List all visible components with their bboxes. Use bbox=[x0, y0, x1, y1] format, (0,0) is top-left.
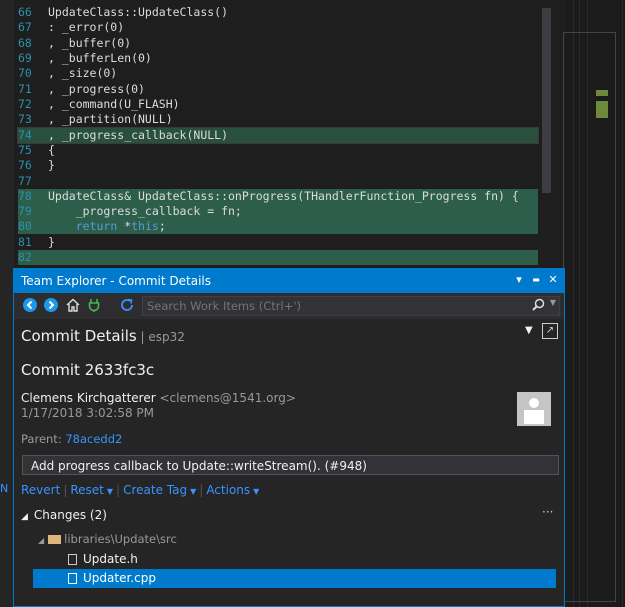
commit-author: Clemens Kirchgatterer <clemens@1541.org> bbox=[21, 391, 296, 405]
editor-scrollbar-thumb[interactable] bbox=[542, 8, 551, 193]
page-menu-icon[interactable]: ▼ bbox=[525, 325, 533, 336]
revert-link[interactable]: Revert bbox=[21, 483, 60, 497]
expand-triangle-icon[interactable]: ◢ bbox=[21, 512, 28, 522]
plug-icon[interactable] bbox=[85, 297, 103, 315]
parent-row: Parent: 78acedd2 bbox=[21, 432, 123, 446]
parent-commit-link[interactable]: 78acedd2 bbox=[65, 432, 122, 446]
folder-icon bbox=[48, 535, 62, 544]
minimap-change-marker bbox=[596, 101, 608, 118]
expand-triangle-icon[interactable]: ◢ bbox=[38, 536, 44, 545]
code-line[interactable]: 66 UpdateClass::UpdateClass() bbox=[18, 5, 538, 20]
panel-toolbar: ▼ bbox=[14, 293, 564, 319]
code-line[interactable]: 72, _command(U_FLASH) bbox=[18, 97, 538, 112]
code-line[interactable]: 70, _size(0) bbox=[18, 66, 538, 81]
code-line[interactable]: 69, _bufferLen(0) bbox=[18, 51, 538, 66]
author-email: <clemens@1541.org> bbox=[159, 391, 296, 405]
avatar-body-icon bbox=[524, 410, 544, 424]
code-line[interactable]: 68, _buffer(0) bbox=[18, 36, 538, 51]
home-icon[interactable] bbox=[64, 297, 82, 315]
commit-message: Add progress callback to Update::writeSt… bbox=[31, 459, 367, 473]
changes-section-header[interactable]: ◢ Changes (2) bbox=[21, 508, 107, 522]
team-explorer-panel: Team Explorer - Commit Details ▾ ▬ ✕ ▼ bbox=[13, 268, 565, 607]
side-link[interactable]: N bbox=[0, 482, 8, 495]
code-line-highlighted[interactable]: 80 return *this; bbox=[18, 219, 538, 234]
page-title: Commit Details | esp32 bbox=[21, 327, 185, 345]
commit-message-box[interactable]: Add progress callback to Update::writeSt… bbox=[22, 455, 559, 475]
tree-file[interactable]: Update.h bbox=[68, 552, 138, 566]
panel-title: Team Explorer - Commit Details bbox=[21, 274, 212, 288]
forward-icon[interactable] bbox=[42, 297, 60, 315]
tree-file-selected[interactable]: Updater.cpp bbox=[33, 569, 556, 588]
minimap-change-marker bbox=[596, 90, 608, 96]
code-line[interactable]: 73, _partition(NULL) bbox=[18, 112, 538, 127]
reset-link[interactable]: Reset ▼ bbox=[70, 483, 113, 497]
file-icon bbox=[68, 554, 77, 565]
chevron-down-icon[interactable]: ▾ bbox=[511, 272, 527, 288]
avatar bbox=[517, 392, 551, 426]
actions-link[interactable]: Actions ▼ bbox=[206, 483, 259, 497]
code-line-highlighted[interactable]: 78 UpdateClass& UpdateClass::onProgress(T… bbox=[18, 189, 538, 204]
code-line-highlighted[interactable]: 79 _progress_callback = fn; bbox=[18, 204, 538, 219]
minimap-guide bbox=[622, 0, 623, 607]
refresh-icon[interactable] bbox=[118, 297, 136, 315]
maximize-icon[interactable]: ▬ bbox=[528, 272, 544, 288]
search-box[interactable]: ▼ bbox=[142, 296, 560, 316]
cpp-file-icon bbox=[68, 573, 77, 584]
back-icon[interactable] bbox=[21, 297, 39, 315]
popout-icon[interactable]: ↗ bbox=[542, 323, 558, 339]
code-line-current[interactable]: 74, _progress_callback(NULL) bbox=[17, 127, 539, 144]
commit-title: Commit 2633fc3c bbox=[21, 361, 155, 379]
panel-titlebar[interactable]: Team Explorer - Commit Details ▾ ▬ ✕ bbox=[14, 269, 564, 293]
action-links: Revert | Reset ▼ | Create Tag ▼ | Actions ▼ bbox=[21, 483, 260, 497]
code-line[interactable]: 77 bbox=[18, 174, 538, 189]
commit-date: 1/17/2018 3:02:58 PM bbox=[21, 406, 155, 420]
create-tag-link[interactable]: Create Tag ▼ bbox=[123, 483, 196, 497]
code-line[interactable]: 67: _error(0) bbox=[18, 20, 538, 35]
code-line[interactable]: 76} bbox=[18, 158, 538, 173]
more-options-icon[interactable]: ··· bbox=[542, 505, 553, 519]
search-icon[interactable] bbox=[532, 298, 545, 314]
code-line[interactable]: 75{ bbox=[18, 143, 538, 158]
close-icon[interactable]: ✕ bbox=[545, 272, 561, 288]
code-line[interactable]: 81} bbox=[18, 235, 538, 250]
tree-folder[interactable]: ◢ libraries\Update\src bbox=[38, 532, 177, 546]
search-input[interactable] bbox=[147, 299, 527, 313]
chevron-down-icon[interactable]: ▼ bbox=[550, 298, 556, 307]
repo-name: esp32 bbox=[148, 330, 185, 344]
code-line-highlighted[interactable]: 82 bbox=[18, 250, 538, 265]
code-line[interactable]: 71, _progress(0) bbox=[18, 82, 538, 97]
minimap-viewport[interactable] bbox=[563, 32, 616, 602]
avatar-head-icon bbox=[529, 398, 539, 408]
